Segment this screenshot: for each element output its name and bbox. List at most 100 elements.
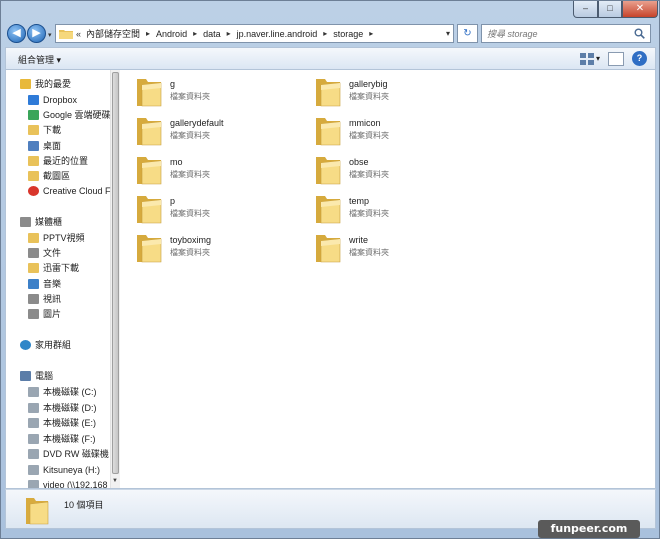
- sidebar-item-favorite[interactable]: 下載: [28, 122, 61, 137]
- sidebar-computer[interactable]: 電腦: [20, 368, 53, 383]
- sidebar-item-library[interactable]: 視訊: [28, 291, 61, 306]
- command-bar: 組合管理 ▾ ▾ ?: [5, 47, 656, 69]
- sidebar-item-label: Kitsuneya (H:): [43, 464, 101, 475]
- folder-icon: [137, 157, 162, 185]
- sidebar-item-library[interactable]: 圖片: [28, 306, 61, 321]
- sidebar-item-drive[interactable]: Kitsuneya (H:): [28, 462, 100, 477]
- breadcrumb-chevron-icon[interactable]: ▸: [227, 29, 231, 38]
- sidebar-item-label: Google 雲端硬碟: [43, 110, 111, 120]
- preview-pane-icon[interactable]: [608, 51, 624, 66]
- disk-icon: [28, 479, 39, 488]
- sidebar-item-label: 本機磁碟 (C:): [43, 387, 97, 397]
- scrollbar-thumb[interactable]: [112, 72, 119, 474]
- sidebar-item-label: Creative Cloud F: [43, 185, 111, 196]
- folder-name: toyboximg: [170, 235, 212, 245]
- folder-icon: [316, 235, 341, 263]
- scroll-down-icon[interactable]: ▼: [112, 478, 118, 484]
- sidebar-item-label: 本機磁碟 (D:): [43, 403, 97, 413]
- folder-name: gallerydefault: [170, 118, 224, 128]
- sidebar-item-library[interactable]: 迅雷下載: [28, 260, 79, 275]
- sidebar-homegroup[interactable]: 家用群組: [20, 337, 71, 352]
- navigation-scrollbar[interactable]: ▼: [110, 70, 120, 488]
- sidebar-item-favorite[interactable]: Dropbox: [28, 92, 77, 107]
- star-icon: [20, 78, 31, 89]
- sidebar-item-drive[interactable]: 本機磁碟 (D:): [28, 400, 97, 415]
- lib-icon: [28, 308, 39, 319]
- navigation-pane: ▼ 我的最愛 Dropbox Google 雲端硬碟 下載桌面最近的位置截圖區 Crea…: [6, 70, 120, 488]
- breadcrumb-chevron-icon[interactable]: ▸: [369, 29, 373, 38]
- back-button[interactable]: ◀: [7, 24, 26, 43]
- search-box: [481, 24, 651, 43]
- sidebar-libraries[interactable]: 媒體櫃: [20, 214, 62, 229]
- address-bar[interactable]: « 內部儲存空間 ▸ Android ▸ data ▸ jp.naver.line.andr…: [55, 24, 454, 43]
- refresh-button[interactable]: ↻: [457, 24, 478, 43]
- breadcrumb-item[interactable]: 內部儲存空間: [86, 27, 140, 40]
- sidebar-item-library[interactable]: 文件: [28, 245, 61, 260]
- sidebar-item-drive[interactable]: video (\\192.168: [28, 477, 108, 488]
- folder-icon: [28, 170, 39, 181]
- change-view-icon[interactable]: [579, 52, 594, 65]
- sidebar-item-drive[interactable]: 本機磁碟 (E:): [28, 415, 96, 430]
- sidebar-item-label: 下載: [43, 125, 62, 135]
- sidebar-item-favorite[interactable]: Google 雲端硬碟: [28, 107, 111, 122]
- sidebar-item-label: 家用群組: [35, 340, 72, 350]
- address-dropdown-icon[interactable]: ▾: [446, 29, 450, 38]
- disk-icon: [28, 448, 39, 459]
- folder-type: 檔案資料夾: [170, 209, 210, 218]
- explorer-body: ▼ 我的最愛 Dropbox Google 雲端硬碟 下載桌面最近的位置截圖區 Crea…: [5, 69, 656, 489]
- lib-icon: [20, 216, 31, 227]
- sidebar-item-label: 音樂: [43, 279, 62, 289]
- sidebar-favorites[interactable]: 我的最愛: [20, 76, 71, 91]
- folder-item[interactable]: p 檔案資料夾: [135, 193, 305, 227]
- breadcrumb-overflow[interactable]: «: [76, 29, 81, 39]
- folder-item[interactable]: toyboximg 檔案資料夾: [135, 232, 305, 266]
- folder-item[interactable]: gallerybig 檔案資料夾: [314, 76, 484, 110]
- close-button[interactable]: ✕: [622, 1, 658, 18]
- sidebar-item-label: DVD RW 磁碟機: [43, 449, 109, 459]
- sidebar-item-label: 媒體櫃: [35, 217, 63, 227]
- breadcrumb-item[interactable]: jp.naver.line.android: [237, 29, 318, 39]
- breadcrumb-chevron-icon[interactable]: ▸: [146, 29, 150, 38]
- breadcrumb-item[interactable]: Android: [156, 29, 187, 39]
- folder-icon: [137, 79, 162, 107]
- sidebar-item-drive[interactable]: 本機磁碟 (C:): [28, 384, 97, 399]
- view-options-dropdown[interactable]: ▾: [596, 54, 600, 63]
- help-icon[interactable]: ?: [632, 51, 647, 66]
- sidebar-item-label: 圖片: [43, 309, 62, 319]
- minimize-button[interactable]: ‒: [573, 1, 598, 18]
- sidebar-item-drive[interactable]: 本機磁碟 (F:): [28, 431, 96, 446]
- note-icon: [28, 278, 39, 289]
- sidebar-item-library[interactable]: 音樂: [28, 276, 61, 291]
- sidebar-item-favorite[interactable]: 最近的位置: [28, 153, 88, 168]
- folder-item[interactable]: mo 檔案資料夾: [135, 154, 305, 188]
- folder-item[interactable]: temp 檔案資料夾: [314, 193, 484, 227]
- search-input[interactable]: [482, 25, 622, 42]
- sidebar-item-favorite[interactable]: Creative Cloud F: [28, 183, 111, 198]
- breadcrumb-chevron-icon[interactable]: ▸: [323, 29, 327, 38]
- folder-icon: [59, 30, 73, 39]
- organize-menu-button[interactable]: 組合管理 ▾: [18, 53, 61, 66]
- folder-item[interactable]: mmicon 檔案資料夾: [314, 115, 484, 149]
- folder-name: g: [170, 79, 176, 89]
- sidebar-item-label: 桌面: [43, 141, 62, 151]
- folder-icon: [316, 196, 341, 224]
- breadcrumb-item[interactable]: storage: [333, 29, 363, 39]
- folder-item[interactable]: g 檔案資料夾: [135, 76, 305, 110]
- folder-item[interactable]: obse 檔案資料夾: [314, 154, 484, 188]
- sidebar-item-favorite[interactable]: 截圖區: [28, 168, 70, 183]
- folder-item[interactable]: write 檔案資料夾: [314, 232, 484, 266]
- sidebar-item-library[interactable]: PPTV視頻: [28, 230, 85, 245]
- sidebar-item-label: PPTV視頻: [43, 233, 85, 243]
- forward-button[interactable]: ▶: [27, 24, 46, 43]
- folder-item[interactable]: gallerydefault 檔案資料夾: [135, 115, 305, 149]
- folder-type: 檔案資料夾: [170, 92, 210, 101]
- recent-pages-dropdown[interactable]: ▾: [48, 31, 52, 39]
- search-icon[interactable]: [634, 28, 645, 39]
- breadcrumb-chevron-icon[interactable]: ▸: [193, 29, 197, 38]
- breadcrumb-item[interactable]: data: [203, 29, 221, 39]
- maximize-button[interactable]: □: [598, 1, 622, 18]
- folder-name: temp: [349, 196, 370, 206]
- sidebar-item-label: 最近的位置: [43, 156, 89, 166]
- sidebar-item-favorite[interactable]: 桌面: [28, 138, 61, 153]
- sidebar-item-drive[interactable]: DVD RW 磁碟機: [28, 446, 109, 461]
